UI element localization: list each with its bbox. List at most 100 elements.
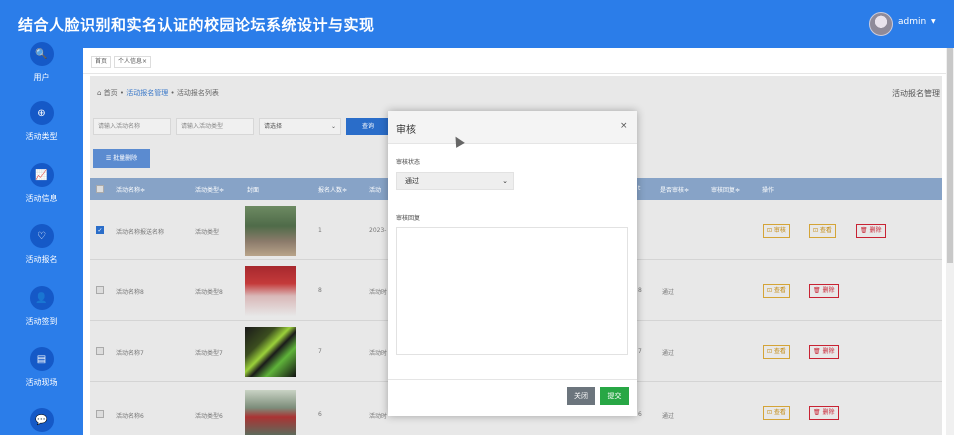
page-title: 活动报名管理 — [892, 89, 940, 98]
cover-image — [245, 266, 296, 316]
cell-type: 活动类型6 — [195, 413, 223, 420]
breadcrumb: ⌂ 首页 • 活动报名管理 • 活动报名列表 — [97, 88, 219, 98]
cell-count: 7 — [318, 348, 322, 355]
cell-type: 活动类型 — [195, 229, 220, 236]
user-menu-chevron-icon[interactable]: ▼ — [931, 18, 936, 25]
cell-name: 活动名称7 — [116, 350, 144, 357]
cell-type: 活动类型8 — [195, 289, 223, 296]
audit-dialog: 审核 × 审核状态 通过 ⌄ 审核回复 关闭 提交 — [388, 111, 637, 416]
sidebar-item-activity-info[interactable]: 📈 活动信息 — [0, 163, 83, 204]
cell-time: 活动时 — [369, 413, 388, 420]
view-button[interactable]: ⊡ 查看 — [763, 406, 790, 420]
column-header: 操作 — [762, 187, 775, 194]
delete-button[interactable]: 🗑 删除 — [856, 224, 886, 238]
breadcrumb-level2[interactable]: 活动报名管理 — [126, 89, 168, 97]
breadcrumb-home[interactable]: ⌂ 首页 — [97, 89, 118, 97]
plus-circle-icon: ⊕ — [29, 101, 54, 125]
page-scrollbar[interactable] — [946, 48, 954, 435]
dialog-header: 审核 × — [388, 111, 637, 144]
batch-delete-button[interactable]: ☰ 批量删除 — [93, 149, 150, 168]
submit-button[interactable]: 提交 — [600, 387, 629, 405]
column-header: 封面 — [247, 187, 260, 194]
view-button[interactable]: ⊡ 查看 — [763, 345, 790, 359]
tab-bar: 首页 个人信息× — [83, 48, 954, 74]
status-select-value: 请选择 — [264, 123, 283, 130]
column-header[interactable]: 是否审核≑ — [660, 185, 689, 194]
close-icon[interactable]: × — [620, 121, 628, 131]
cell-time: 活动时 — [369, 350, 388, 357]
cell-name: 活动名称报送名称 — [116, 229, 165, 236]
sidebar-item-label: 用户 — [33, 73, 50, 82]
user-avatar[interactable] — [869, 12, 893, 36]
activity-name-input[interactable]: 请输入活动名称 — [93, 118, 171, 135]
user-name[interactable]: admin — [898, 17, 926, 27]
chat-icon: 💬 — [29, 408, 54, 432]
column-header[interactable]: 活动名称≑ — [116, 185, 145, 194]
audit-status-select[interactable]: 通过 ⌄ — [396, 172, 514, 190]
audit-button[interactable]: ⊡ 审核 — [763, 224, 790, 238]
column-header[interactable]: 活动 — [369, 185, 381, 194]
delete-button[interactable]: 🗑 删除 — [809, 284, 839, 298]
row-checkbox[interactable] — [96, 286, 104, 294]
column-header[interactable]: 审核回复≑ — [711, 185, 740, 194]
cell-name: 活动名称8 — [116, 289, 144, 296]
sidebar-item-label: 活动报名 — [25, 255, 58, 264]
app-title: 结合人脸识别和实名认证的校园论坛系统设计与实现 — [18, 16, 375, 34]
chevron-down-icon: ⌄ — [502, 177, 508, 185]
cell-audited: 通过 — [662, 289, 675, 296]
column-header[interactable]: 报名人数≑ — [318, 185, 347, 194]
sidebar-item-label: 活动签到 — [25, 317, 58, 326]
sidebar-item-label: 活动信息 — [25, 194, 58, 203]
audit-status-value: 通过 — [405, 177, 419, 185]
select-all-checkbox[interactable] — [96, 185, 104, 193]
delete-button[interactable]: 🗑 删除 — [809, 406, 839, 420]
cover-image — [245, 206, 296, 256]
sidebar-item-more[interactable]: 💬 — [0, 408, 83, 432]
cell-audited: 通过 — [662, 413, 675, 420]
sidebar-item-activity-signup[interactable]: ♡ 活动报名 — [0, 224, 83, 265]
top-header: 结合人脸识别和实名认证的校园论坛系统设计与实现 admin ▼ — [0, 0, 954, 48]
cover-image — [245, 390, 296, 435]
cell-count: 6 — [318, 411, 322, 418]
view-button[interactable]: ⊡ 查看 — [809, 224, 836, 238]
sidebar: 🔍 用户 ⊕ 活动类型 📈 活动信息 ♡ 活动报名 👤 活动签到 ▤ 活动现场 … — [0, 42, 83, 435]
cell-audited: 通过 — [662, 350, 675, 357]
scrollbar-thumb[interactable] — [947, 48, 953, 263]
cell-extra: 6 — [638, 411, 642, 418]
cell-extra: 8 — [638, 287, 642, 294]
sidebar-item-activity-scene[interactable]: ▤ 活动现场 — [0, 347, 83, 388]
activity-type-input[interactable]: 请输入活动类型 — [176, 118, 254, 135]
audit-reply-label: 审核回复 — [396, 215, 421, 222]
sidebar-item-activity-type[interactable]: ⊕ 活动类型 — [0, 101, 83, 142]
delete-button[interactable]: 🗑 删除 — [809, 345, 839, 359]
row-checkbox[interactable] — [96, 347, 104, 355]
breadcrumb-separator: • — [168, 89, 177, 97]
view-button[interactable]: ⊡ 查看 — [763, 284, 790, 298]
audit-status-label: 审核状态 — [396, 159, 421, 166]
chart-icon: 📈 — [29, 163, 54, 187]
cell-count: 8 — [318, 287, 322, 294]
tab-home[interactable]: 首页 — [91, 56, 112, 68]
query-button[interactable]: 查询 — [346, 118, 390, 135]
cell-type: 活动类型7 — [195, 350, 223, 357]
dialog-title: 审核 — [396, 125, 416, 136]
list-icon: ▤ — [29, 347, 54, 371]
sidebar-item-activity-checkin[interactable]: 👤 活动签到 — [0, 286, 83, 327]
column-header[interactable]: 活动类型≑ — [195, 185, 224, 194]
sidebar-item-label: 活动类型 — [25, 132, 58, 141]
heart-icon: ♡ — [29, 224, 54, 248]
cover-image — [245, 327, 296, 377]
status-select[interactable]: 请选择 ⌄ — [259, 118, 341, 135]
audit-reply-textarea[interactable] — [396, 227, 628, 355]
cell-name: 活动名称6 — [116, 413, 144, 420]
sidebar-item-user[interactable]: 🔍 用户 — [0, 42, 83, 83]
tab-profile[interactable]: 个人信息× — [114, 56, 152, 68]
search-icon: 🔍 — [29, 42, 54, 66]
chevron-down-icon: ⌄ — [330, 123, 336, 130]
user-icon: 👤 — [29, 286, 54, 310]
cell-time: 2023- — [369, 227, 387, 234]
breadcrumb-separator: • — [117, 89, 127, 97]
row-checkbox[interactable] — [96, 410, 104, 418]
close-button[interactable]: 关闭 — [567, 387, 595, 405]
row-checkbox[interactable]: ✓ — [96, 226, 104, 234]
